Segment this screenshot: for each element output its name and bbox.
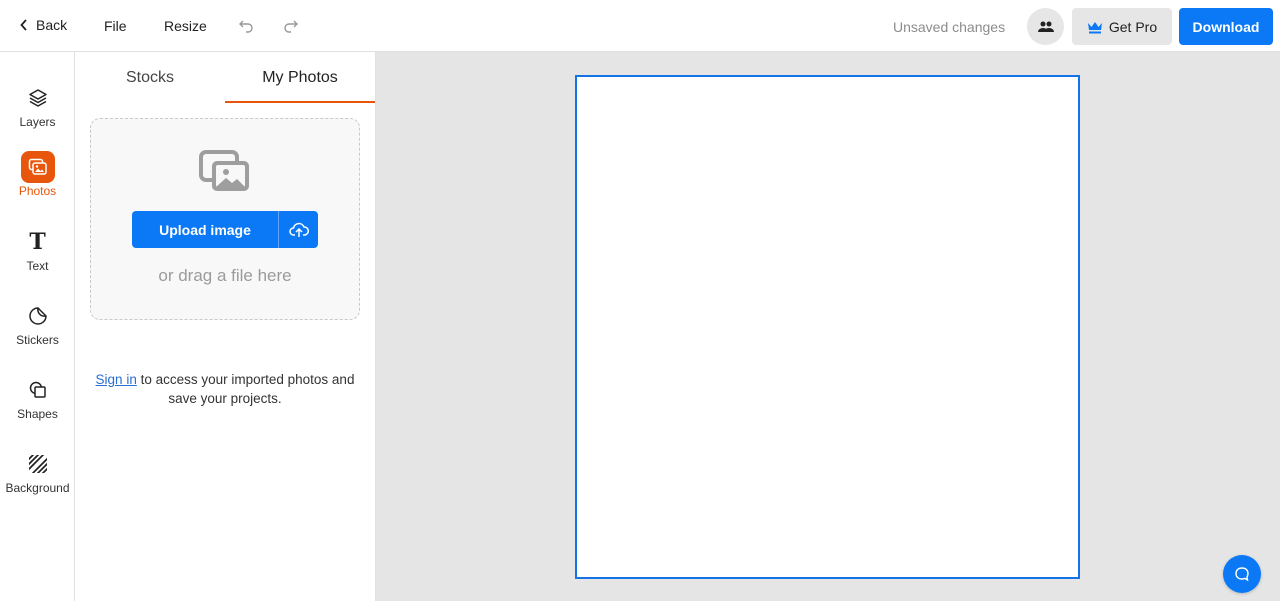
resize-label: Resize (164, 18, 207, 34)
file-label: File (104, 18, 127, 34)
users-icon (1037, 21, 1054, 32)
photos-icon (20, 151, 55, 183)
collaborators-button[interactable] (1027, 8, 1064, 45)
cloud-upload-button[interactable] (279, 211, 318, 248)
rail-item-stickers[interactable]: Stickers (0, 300, 75, 347)
top-bar: Back File Resize Unsaved changes Get Pro… (0, 0, 1280, 52)
back-label: Back (36, 17, 68, 33)
tool-rail: Layers Photos T Text Stickers Shapes Bac… (0, 52, 75, 601)
rail-label: Text (26, 259, 49, 273)
artboard[interactable] (575, 75, 1080, 579)
panel-tabs: Stocks My Photos (75, 52, 375, 103)
upload-image-button-group: Upload image (132, 211, 318, 248)
upload-image-button[interactable]: Upload image (132, 211, 279, 248)
rail-item-photos[interactable]: Photos (0, 151, 75, 198)
rail-item-layers[interactable]: Layers (0, 82, 75, 129)
cloud-upload-icon (288, 222, 309, 237)
redo-icon (284, 20, 298, 33)
undo-icon (239, 20, 253, 33)
text-icon: T (29, 229, 46, 255)
chat-bubble-icon (1235, 567, 1249, 582)
undo-button[interactable] (238, 18, 254, 34)
redo-button[interactable] (283, 18, 299, 34)
tab-my-photos[interactable]: My Photos (225, 52, 375, 103)
sign-in-link[interactable]: Sign in (96, 372, 137, 387)
chevron-left-icon (20, 19, 27, 31)
shapes-icon (21, 374, 55, 406)
canvas-workspace (376, 52, 1280, 601)
upload-dropzone[interactable]: Upload image or drag a file here (90, 118, 360, 320)
images-icon (199, 150, 249, 191)
rail-label: Stickers (16, 333, 59, 347)
chat-support-button[interactable] (1223, 555, 1261, 593)
rail-label: Layers (19, 115, 56, 129)
signin-message-text: to access your imported photos and save … (136, 372, 355, 406)
drag-hint: or drag a file here (158, 266, 292, 285)
photos-panel: Stocks My Photos Upload image or drag a … (75, 52, 376, 601)
rail-item-shapes[interactable]: Shapes (0, 374, 75, 421)
background-icon (21, 448, 55, 480)
rail-label: Shapes (17, 407, 58, 421)
rail-label: Photos (18, 184, 57, 198)
sticker-icon (21, 300, 55, 332)
rail-item-text[interactable]: T Text (0, 226, 75, 273)
back-button[interactable]: Back (20, 17, 67, 33)
tab-stocks[interactable]: Stocks (75, 52, 225, 103)
rail-item-background[interactable]: Background (0, 448, 75, 495)
resize-button[interactable]: Resize (164, 18, 207, 34)
file-menu-button[interactable]: File (104, 18, 127, 34)
layers-icon (21, 82, 55, 114)
get-pro-label: Get Pro (1108, 18, 1158, 35)
get-pro-button[interactable]: Get Pro (1072, 8, 1172, 45)
signin-message: Sign in to access your imported photos a… (85, 370, 365, 408)
crown-icon (1087, 21, 1102, 33)
save-status: Unsaved changes (893, 19, 1006, 35)
download-button[interactable]: Download (1179, 8, 1273, 45)
rail-label: Background (5, 481, 70, 495)
